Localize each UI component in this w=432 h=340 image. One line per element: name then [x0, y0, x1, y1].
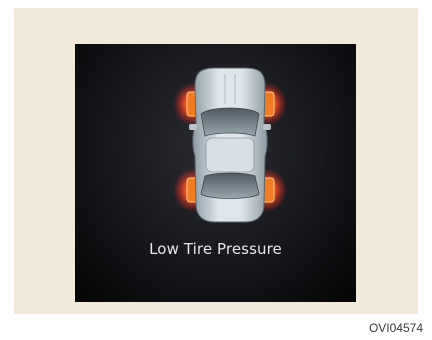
car-top-view: [173, 67, 287, 223]
illustration-panel: Low Tire Pressure: [14, 8, 418, 314]
cluster-display: Low Tire Pressure: [75, 44, 356, 302]
car-icon: [189, 67, 271, 223]
low-tire-pressure-message: Low Tire Pressure: [149, 240, 282, 258]
figure-code: OVI04574: [368, 321, 423, 335]
